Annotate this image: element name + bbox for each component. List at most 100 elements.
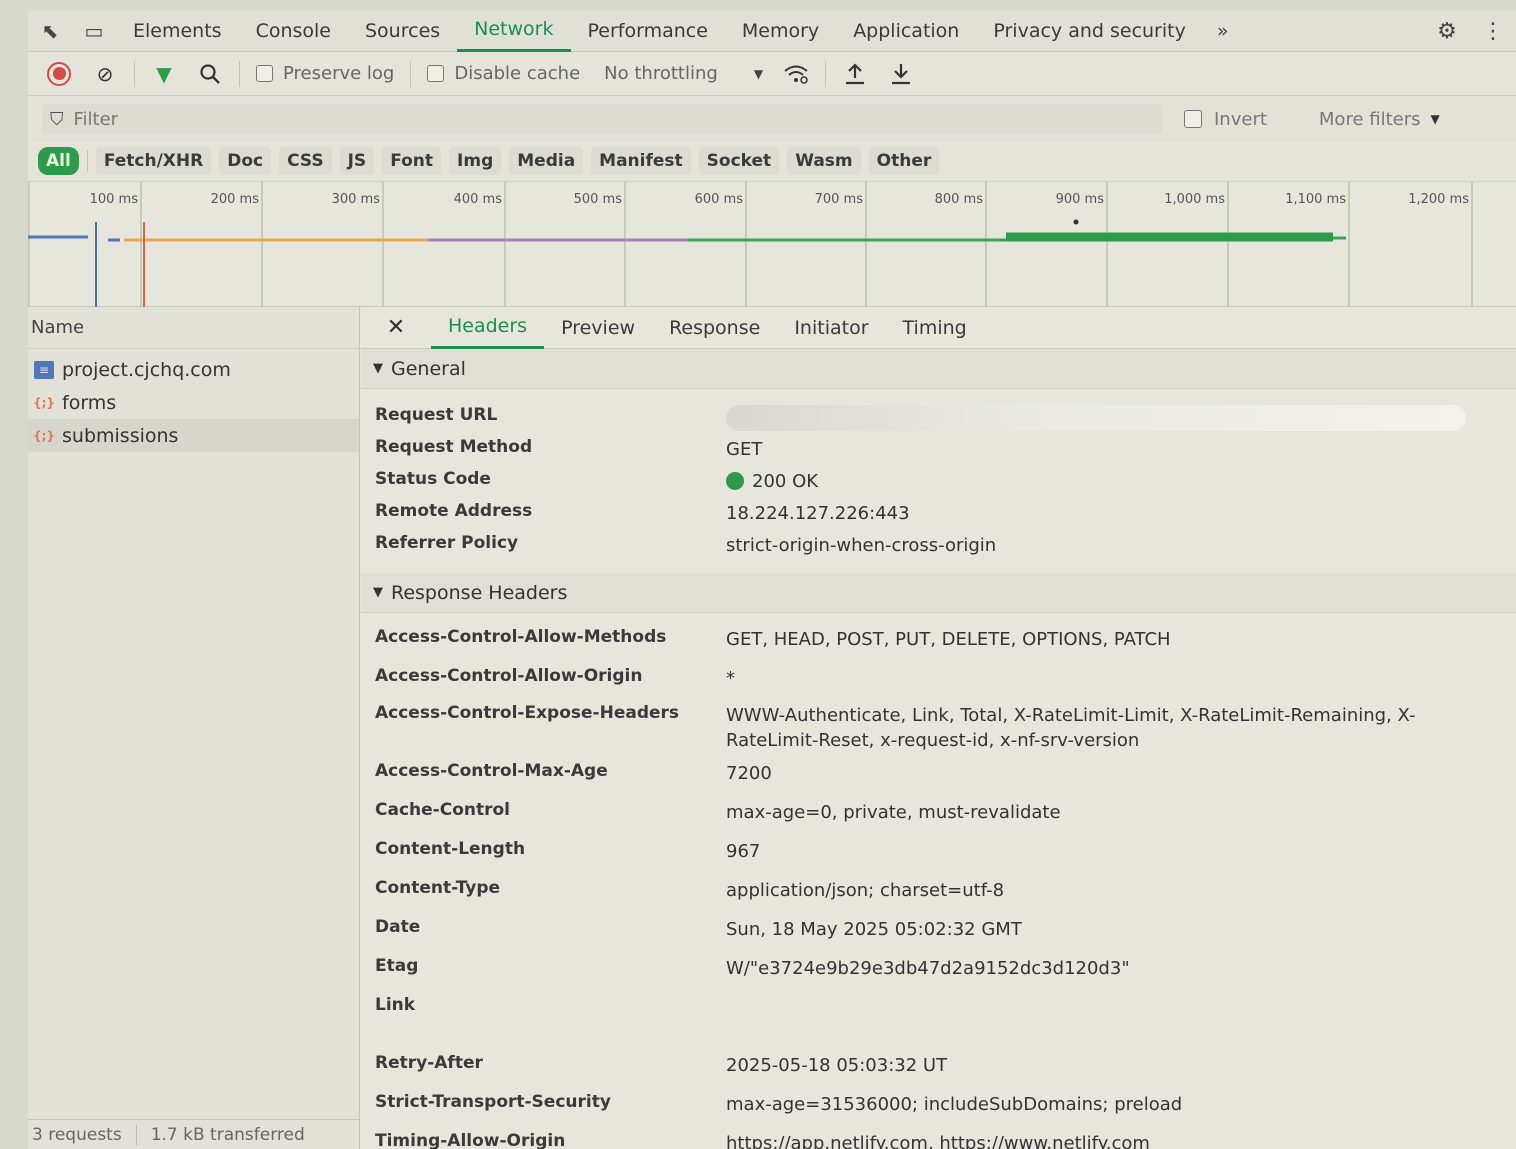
name-column-header[interactable]: Name [28, 307, 359, 349]
tick-label: 200 ms [211, 192, 260, 207]
request-row[interactable]: ≡ project.cjchq.com [28, 353, 359, 386]
header-value: 967 [726, 841, 761, 862]
header-value: max-age=31536000; includeSubDomains; pre… [726, 1094, 1183, 1115]
request-count: 3 requests [32, 1124, 122, 1145]
type-filter-wasm[interactable]: Wasm [787, 147, 861, 175]
request-name: project.cjchq.com [62, 358, 231, 381]
header-key: Request URL [375, 405, 498, 425]
header-key: Access-Control-Allow-Origin [375, 666, 643, 686]
close-icon[interactable]: ✕ [361, 315, 431, 340]
import-har-icon[interactable] [832, 57, 878, 91]
header-value: application/json; charset=utf-8 [726, 880, 1005, 901]
response-headers-section-toggle[interactable]: ▼ Response Headers [361, 573, 1516, 613]
export-har-icon[interactable] [878, 57, 924, 91]
device-toolbar-icon[interactable]: ▭ [72, 19, 116, 43]
tick-label: 800 ms [935, 192, 984, 207]
xhr-icon: {;} [33, 395, 55, 410]
invert-label: Invert [1214, 108, 1267, 130]
divider [410, 60, 412, 87]
header-key: Remote Address [375, 501, 533, 521]
tab-elements[interactable]: Elements [116, 10, 239, 52]
header-row: Access-Control-Expose-Headers WWW-Authen… [361, 703, 1516, 761]
section-title: Response Headers [391, 581, 568, 604]
request-row[interactable]: {;} submissions [28, 419, 359, 452]
tab-network[interactable]: Network [457, 10, 571, 52]
type-filter-other[interactable]: Other [868, 147, 940, 175]
tab-preview[interactable]: Preview [544, 307, 652, 349]
search-icon[interactable] [187, 57, 233, 91]
more-filters-dropdown[interactable]: More filters ▼ [1319, 109, 1440, 130]
tab-privacy-security[interactable]: Privacy and security [976, 10, 1202, 52]
throttling-select[interactable]: No throttling ▼ [604, 63, 763, 84]
tab-performance[interactable]: Performance [571, 10, 725, 52]
more-tabs-button[interactable]: » [1203, 20, 1243, 42]
general-section-toggle[interactable]: ▼ General [361, 349, 1516, 389]
disable-cache-label: Disable cache [454, 63, 581, 84]
timeline-overview[interactable]: 100 ms 200 ms 300 ms 400 ms 500 ms 600 m… [28, 181, 1516, 308]
type-filter-all[interactable]: All [38, 147, 79, 175]
tick-label: 1,200 ms [1408, 192, 1469, 207]
header-row: Cache-Control max-age=0, private, must-r… [361, 800, 1516, 839]
header-row: Request Method GET [361, 437, 1516, 469]
tab-initiator[interactable]: Initiator [777, 307, 885, 349]
type-filter-manifest[interactable]: Manifest [591, 147, 691, 175]
settings-gear-icon[interactable]: ⚙ [1424, 19, 1470, 44]
status-code-value: 200 OK [726, 469, 1466, 501]
devtools-window: ⬉ ▭ Elements Console Sources Network Per… [28, 10, 1516, 1149]
disable-cache-checkbox[interactable]: Disable cache [427, 63, 580, 84]
tick-label: 1,100 ms [1285, 192, 1346, 207]
header-key: Status Code [375, 469, 491, 489]
filter-input[interactable]: ⛉ Filter [42, 104, 1162, 134]
tab-response[interactable]: Response [652, 307, 777, 349]
request-list-pane: Name ≡ project.cjchq.com {;} forms {;} s… [28, 307, 360, 1149]
tab-sources[interactable]: Sources [348, 10, 457, 52]
header-row: Retry-After 2025-05-18 05:03:32 UT [361, 1053, 1516, 1092]
invert-checkbox[interactable]: Invert [1184, 109, 1267, 130]
header-value: * [726, 668, 735, 689]
checkbox-box[interactable] [1184, 110, 1202, 128]
request-row[interactable]: {;} forms [28, 386, 359, 419]
tick-label: 900 ms [1056, 192, 1105, 207]
type-filter-doc[interactable]: Doc [219, 147, 272, 175]
network-conditions-icon[interactable] [773, 57, 819, 91]
checkbox-box[interactable] [256, 65, 273, 82]
header-key: Strict-Transport-Security [375, 1092, 611, 1112]
tab-memory[interactable]: Memory [725, 10, 836, 52]
filter-icon[interactable]: ▼ [141, 57, 187, 91]
type-filter-socket[interactable]: Socket [698, 147, 780, 175]
status-ok-dot-icon [726, 472, 744, 490]
type-filter-media[interactable]: Media [509, 147, 584, 175]
header-row: Etag W/"e3724e9b29e3db47d2a9152dc3d120d3… [361, 956, 1516, 995]
tab-timing[interactable]: Timing [886, 307, 984, 349]
more-options-icon[interactable]: ⋮ [1470, 19, 1516, 44]
request-details-pane: ✕ Headers Preview Response Initiator Tim… [361, 307, 1516, 1149]
tab-headers[interactable]: Headers [431, 307, 545, 349]
preserve-log-checkbox[interactable]: Preserve log [256, 63, 394, 84]
type-filter-fetch-xhr[interactable]: Fetch/XHR [95, 147, 212, 175]
type-filter-js[interactable]: JS [339, 147, 375, 175]
filter-row: ⛉ Filter Invert More filters ▼ [28, 97, 1516, 141]
request-name: submissions [62, 424, 179, 447]
tab-console[interactable]: Console [239, 10, 348, 52]
header-row: Content-Type application/json; charset=u… [361, 878, 1516, 917]
header-row: Content-Length 967 [361, 839, 1516, 878]
header-row: Access-Control-Allow-Origin * [361, 666, 1516, 703]
transferred-size: 1.7 kB transferred [150, 1124, 305, 1145]
header-row: Strict-Transport-Security max-age=315360… [361, 1092, 1516, 1131]
type-filter-css[interactable]: CSS [279, 147, 332, 175]
header-value: 7200 [726, 763, 772, 784]
detail-tabs: ✕ Headers Preview Response Initiator Tim… [361, 307, 1516, 349]
type-filter-font[interactable]: Font [382, 147, 442, 175]
header-key: Access-Control-Expose-Headers [375, 703, 680, 723]
record-icon [47, 61, 71, 86]
inspect-element-icon[interactable]: ⬉ [28, 19, 72, 43]
record-button[interactable] [36, 57, 82, 91]
tab-application[interactable]: Application [836, 10, 976, 52]
header-row: Remote Address 18.224.127.226:443 [361, 501, 1516, 533]
type-filter-img[interactable]: Img [449, 147, 502, 175]
request-url-value[interactable] [726, 405, 1466, 437]
clear-icon[interactable]: ⊘ [82, 57, 128, 91]
header-key: Request Method [375, 437, 533, 457]
checkbox-box[interactable] [427, 65, 445, 82]
divider [134, 60, 135, 87]
